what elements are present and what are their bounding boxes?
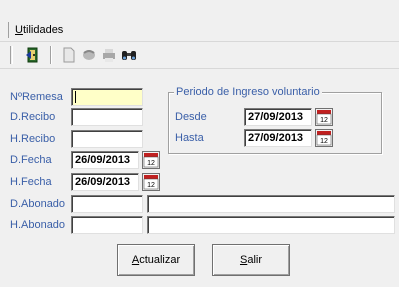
salir-button-label: Salir — [239, 254, 262, 266]
label-hfecha: H.Fecha — [10, 176, 52, 188]
toolbar-grip[interactable] — [10, 46, 13, 64]
label-desde: Desde — [175, 111, 207, 123]
hfecha-field[interactable]: 26/09/2013 — [71, 173, 139, 191]
periodo-group-title: Periodo de Ingreso voluntario — [174, 85, 322, 99]
hrecibo-field[interactable] — [71, 130, 143, 148]
habonado-name-field[interactable] — [147, 216, 395, 234]
calendar-icon[interactable]: 12 — [315, 108, 333, 126]
label-hasta: Hasta — [175, 132, 204, 144]
toolbar — [0, 44, 399, 68]
drecibo-field[interactable] — [71, 108, 143, 126]
label-habonado: H.Abonado — [10, 219, 66, 231]
label-nremesa: NºRemesa — [10, 91, 63, 103]
menu-bar: Utilidades — [0, 0, 399, 42]
svg-text:12: 12 — [320, 138, 328, 145]
menu-separator — [0, 41, 399, 42]
desde-field[interactable]: 27/09/2013 — [244, 108, 312, 126]
menu-utilidades[interactable]: Utilidades — [8, 22, 63, 38]
toolbar-separator — [0, 68, 399, 69]
dfecha-field[interactable]: 26/09/2013 — [71, 151, 139, 169]
print-icon[interactable] — [100, 46, 118, 64]
dabonado-name-field[interactable] — [147, 195, 395, 213]
exit-door-icon[interactable] — [24, 46, 42, 64]
svg-text:12: 12 — [147, 182, 155, 189]
hasta-field[interactable]: 27/09/2013 — [244, 129, 312, 147]
salir-button[interactable]: Salir — [212, 244, 290, 276]
svg-text:12: 12 — [147, 160, 155, 167]
label-dabonado: D.Abonado — [10, 198, 66, 210]
nremesa-field[interactable] — [71, 88, 143, 106]
calendar-icon[interactable]: 12 — [142, 173, 160, 191]
toolbar-separator — [50, 46, 52, 64]
label-drecibo: D.Recibo — [10, 111, 56, 123]
label-hrecibo: H.Recibo — [10, 133, 56, 145]
label-dfecha: D.Fecha — [10, 154, 52, 166]
text-caret — [75, 91, 76, 104]
svg-text:12: 12 — [320, 117, 328, 124]
calendar-icon[interactable]: 12 — [142, 151, 160, 169]
dabonado-code-field[interactable] — [71, 195, 143, 213]
refresh-icon[interactable] — [80, 46, 98, 64]
habonado-code-field[interactable] — [71, 216, 143, 234]
binoculars-search-icon[interactable] — [120, 46, 138, 64]
actualizar-button[interactable]: Actualizar — [117, 244, 195, 276]
calendar-icon[interactable]: 12 — [315, 129, 333, 147]
new-document-icon[interactable] — [60, 46, 78, 64]
actualizar-button-label: Actualizar — [131, 254, 181, 266]
